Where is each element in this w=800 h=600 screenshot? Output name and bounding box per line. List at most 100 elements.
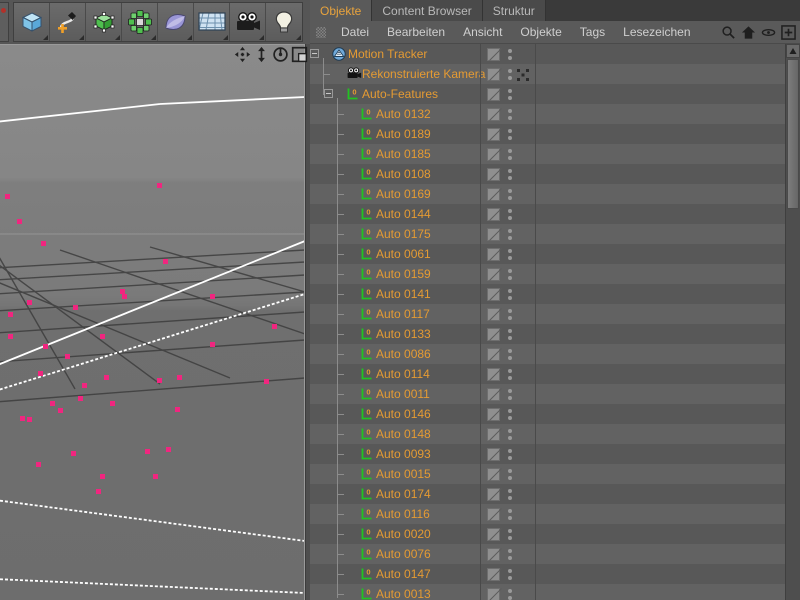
object-tree-row[interactable]: 0 Auto 0114 <box>310 364 785 384</box>
object-tree-row[interactable]: 0 Auto 0189 <box>310 124 785 144</box>
tracker-feature-point[interactable] <box>43 344 48 349</box>
visibility-dot[interactable] <box>508 209 512 213</box>
visibility-dot[interactable] <box>508 529 512 533</box>
object-tree-row[interactable]: 0 Auto 0015 <box>310 464 785 484</box>
object-tree-row[interactable]: 0 Auto 0086 <box>310 344 785 364</box>
object-tree-row[interactable]: 0 Auto 0076 <box>310 544 785 564</box>
render-visibility-box[interactable] <box>487 148 500 161</box>
visibility-dot[interactable] <box>508 589 512 593</box>
render-visibility-box[interactable] <box>487 188 500 201</box>
tracker-feature-point[interactable] <box>157 378 162 383</box>
visibility-dot[interactable] <box>508 89 512 93</box>
visibility-dot[interactable] <box>508 429 512 433</box>
menu-bearbeiten[interactable]: Bearbeiten <box>378 21 454 43</box>
object-tree-row[interactable]: 0 Auto 0133 <box>310 324 785 344</box>
tracker-feature-point[interactable] <box>50 401 55 406</box>
visibility-dot[interactable] <box>508 296 512 300</box>
plus-box-icon[interactable] <box>781 25 796 40</box>
tab-struktur[interactable]: Struktur <box>483 0 546 21</box>
tracker-feature-point[interactable] <box>27 417 32 422</box>
toolbar-button-light[interactable] <box>266 3 302 41</box>
object-tree-row[interactable]: 0 Auto 0011 <box>310 384 785 404</box>
object-tree-row[interactable]: Motion Tracker <box>310 44 785 64</box>
object-tree-row[interactable]: Rekonstruierte Kamera <box>310 64 785 84</box>
tracker-feature-point[interactable] <box>65 354 70 359</box>
tracker-feature-point[interactable] <box>163 259 168 264</box>
render-visibility-box[interactable] <box>487 328 500 341</box>
tracker-feature-point[interactable] <box>78 396 83 401</box>
object-tree-row[interactable]: 0 Auto 0108 <box>310 164 785 184</box>
render-visibility-box[interactable] <box>487 348 500 361</box>
zoom-view-icon[interactable] <box>253 46 270 63</box>
tracker-feature-point[interactable] <box>36 462 41 467</box>
object-tree-row[interactable]: 0 Auto 0148 <box>310 424 785 444</box>
object-tree-row[interactable]: 0 Auto 0144 <box>310 204 785 224</box>
visibility-dot[interactable] <box>508 356 512 360</box>
visibility-dot[interactable] <box>508 456 512 460</box>
visibility-dot[interactable] <box>508 116 512 120</box>
render-visibility-box[interactable] <box>487 468 500 481</box>
object-tree-row[interactable]: 0 Auto 0141 <box>310 284 785 304</box>
perspective-viewport[interactable] <box>0 44 305 600</box>
render-visibility-box[interactable] <box>487 68 500 81</box>
menu-datei[interactable]: Datei <box>332 21 378 43</box>
tracker-feature-point[interactable] <box>153 474 158 479</box>
render-visibility-box[interactable] <box>487 368 500 381</box>
object-tree-row[interactable]: 0 Auto 0159 <box>310 264 785 284</box>
home-icon[interactable] <box>741 25 756 40</box>
render-visibility-box[interactable] <box>487 268 500 281</box>
tracker-feature-point[interactable] <box>38 371 43 376</box>
visibility-dot[interactable] <box>508 129 512 133</box>
render-visibility-box[interactable] <box>487 48 500 61</box>
tab-content-browser[interactable]: Content Browser <box>372 0 482 21</box>
visibility-dot[interactable] <box>508 316 512 320</box>
tracker-feature-point[interactable] <box>272 324 277 329</box>
tracker-feature-point[interactable] <box>120 289 125 294</box>
render-visibility-box[interactable] <box>487 568 500 581</box>
visibility-dot[interactable] <box>508 309 512 313</box>
tracker-feature-point[interactable] <box>82 383 87 388</box>
tracker-feature-point[interactable] <box>166 447 171 452</box>
visibility-dot[interactable] <box>508 389 512 393</box>
visibility-dot[interactable] <box>508 349 512 353</box>
object-tree-row[interactable]: 0 Auto 0020 <box>310 524 785 544</box>
tracker-feature-point[interactable] <box>157 183 162 188</box>
object-tree-row[interactable]: 0 Auto 0146 <box>310 404 785 424</box>
visibility-dot[interactable] <box>508 189 512 193</box>
visibility-dot[interactable] <box>508 276 512 280</box>
tracker-feature-point[interactable] <box>177 375 182 380</box>
visibility-dot[interactable] <box>508 509 512 513</box>
tree-collapse-toggle[interactable] <box>324 89 333 98</box>
visibility-dot[interactable] <box>508 289 512 293</box>
visibility-dot[interactable] <box>508 409 512 413</box>
render-visibility-box[interactable] <box>487 108 500 121</box>
render-visibility-box[interactable] <box>487 128 500 141</box>
object-tree-row[interactable]: 0 Auto-Features <box>310 84 785 104</box>
object-tree-row[interactable]: 0 Auto 0061 <box>310 244 785 264</box>
visibility-dot[interactable] <box>508 449 512 453</box>
tab-objekte[interactable]: Objekte <box>310 0 372 21</box>
tracker-feature-point[interactable] <box>145 449 150 454</box>
visibility-dot[interactable] <box>508 76 512 80</box>
view-layout-icon[interactable] <box>291 46 308 63</box>
object-tree-row[interactable]: 0 Auto 0174 <box>310 484 785 504</box>
visibility-dot[interactable] <box>508 249 512 253</box>
visibility-dot[interactable] <box>508 196 512 200</box>
visibility-dot[interactable] <box>508 56 512 60</box>
move-view-icon[interactable] <box>234 46 251 63</box>
panel-grip-icon[interactable] <box>316 27 326 38</box>
visibility-dot[interactable] <box>508 376 512 380</box>
render-visibility-box[interactable] <box>487 208 500 221</box>
visibility-dot[interactable] <box>508 149 512 153</box>
object-tree-row[interactable]: 0 Auto 0185 <box>310 144 785 164</box>
render-visibility-box[interactable] <box>487 528 500 541</box>
visibility-dot[interactable] <box>508 489 512 493</box>
tracker-feature-point[interactable] <box>8 334 13 339</box>
tracker-feature-point[interactable] <box>122 294 127 299</box>
render-visibility-box[interactable] <box>487 388 500 401</box>
visibility-dot[interactable] <box>508 169 512 173</box>
tracker-feature-point[interactable] <box>5 194 10 199</box>
tracker-feature-point[interactable] <box>210 294 215 299</box>
visibility-dot[interactable] <box>508 476 512 480</box>
menu-tags[interactable]: Tags <box>571 21 614 43</box>
